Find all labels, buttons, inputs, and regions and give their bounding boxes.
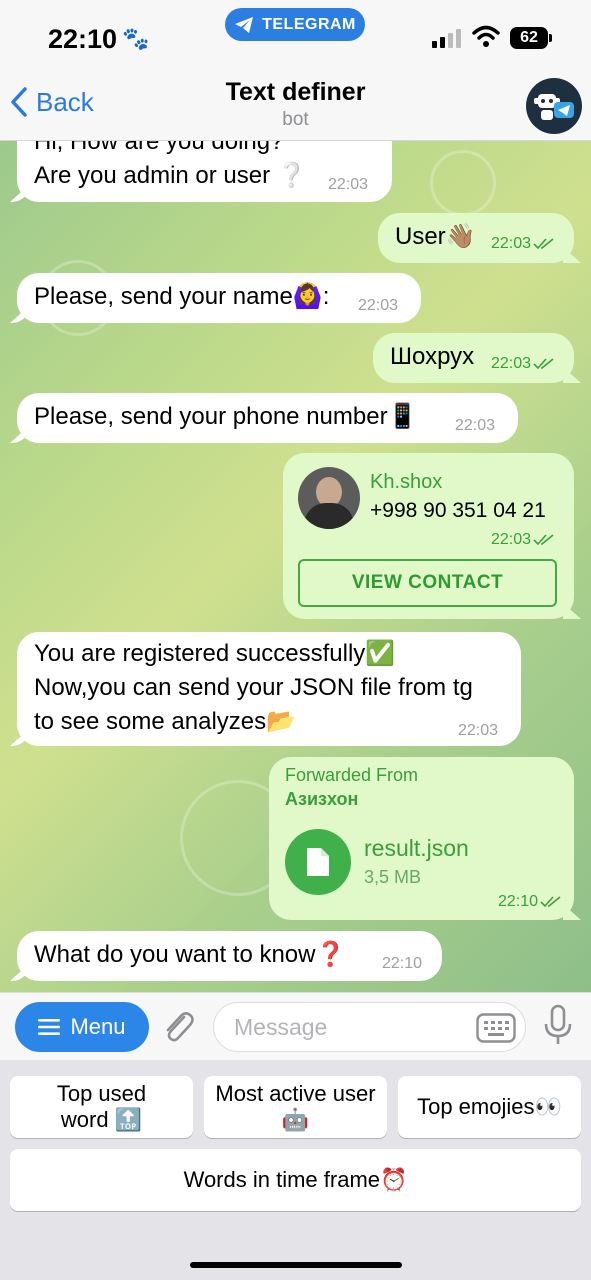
chat-title: Text definer (225, 78, 366, 106)
message-bubble-incoming[interactable]: You are registered successfully✅ Now,you… (17, 632, 521, 746)
contact-card[interactable]: Kh.shox +998 90 351 04 21 22:03 VIEW CON… (283, 453, 574, 619)
home-indicator (190, 1262, 402, 1268)
most-active-user-button[interactable]: Most active user 🤖 (204, 1076, 387, 1138)
double-check-icon (533, 358, 554, 369)
message-time: 22:03 (455, 417, 496, 434)
message-input-bar: Menu (0, 992, 591, 1061)
document-icon (307, 848, 329, 876)
double-check-icon (540, 896, 561, 907)
message-time: 22:10 (498, 893, 539, 910)
contact-phone: +998 90 351 04 21 (370, 499, 546, 522)
message-bubble-incoming[interactable]: Hi, How are you doing? Are you admin or … (17, 140, 392, 202)
reply-keyboard: Top used word 🔝 Most active user 🤖 Top e… (0, 1060, 591, 1280)
words-in-time-frame-button[interactable]: Words in time frame⏰ (10, 1149, 581, 1211)
chat-area[interactable]: Hi, How are you doing? Are you admin or … (0, 140, 591, 992)
button-label: Top emojies👀 (417, 1093, 562, 1119)
message-text: You are registered successfully✅ (34, 640, 396, 667)
file-size: 3,5 MB (364, 867, 422, 887)
message-bubble-outgoing[interactable]: User👋🏽 22:03 (378, 213, 574, 263)
message-bubble-incoming[interactable]: What do you want to know❓ 22:10 (17, 931, 442, 981)
view-contact-button[interactable]: VIEW CONTACT (298, 559, 557, 607)
battery-icon: 62 (510, 27, 552, 49)
button-label: Top used (56, 1080, 147, 1106)
message-text: Please, send your phone number📱 (34, 403, 418, 430)
telegram-pill[interactable]: TELEGRAM (225, 8, 365, 41)
message-text: Hi, How are you doing? (34, 140, 284, 155)
wifi-icon (472, 25, 500, 47)
attach-icon[interactable] (160, 1007, 196, 1047)
file-icon[interactable] (285, 829, 351, 895)
chat-subtitle: bot (282, 109, 309, 130)
message-text: to see some analyzes📂 (34, 708, 297, 735)
menu-label: Menu (70, 1014, 126, 1039)
message-input[interactable] (232, 1013, 476, 1042)
microphone-icon[interactable] (542, 1004, 574, 1046)
background-doodle (430, 150, 496, 216)
message-time: 22:03 (491, 235, 532, 252)
double-check-icon (533, 534, 554, 545)
message-field[interactable] (213, 1002, 526, 1052)
message-text: Please, send your name🙆‍♀️: (34, 283, 330, 310)
message-text: What do you want to know❓ (34, 941, 346, 968)
top-bar: 22:10 🐾 TELEGRAM 62 Back Text definer bo… (0, 0, 591, 141)
message-time: 22:03 (491, 531, 532, 548)
menu-button[interactable]: Menu (15, 1002, 149, 1052)
button-label: 🤖 (281, 1107, 310, 1132)
top-emojies-button[interactable]: Top emojies👀 (398, 1076, 581, 1138)
message-time: 22:03 (491, 355, 532, 372)
message-text: Are you admin or user ❔ (34, 162, 307, 189)
message-text: Шохрух (390, 343, 475, 370)
message-bubble-incoming[interactable]: Please, send your phone number📱 22:03 (17, 393, 518, 443)
bot-avatar[interactable] (526, 78, 582, 134)
status-time: 22:10 (48, 24, 118, 54)
button-label: Words in time frame⏰ (183, 1166, 408, 1192)
message-bubble-outgoing[interactable]: Шохрух 22:03 (373, 333, 574, 383)
forwarded-file-message[interactable]: Forwarded From Азизхон result.json 3,5 M… (269, 757, 574, 920)
message-time: 22:10 (382, 955, 423, 972)
forwarded-label: Forwarded From (285, 765, 419, 785)
double-check-icon (533, 238, 554, 249)
hamburger-icon (38, 1019, 61, 1035)
message-bubble-incoming[interactable]: Please, send your name🙆‍♀️: 22:03 (17, 273, 421, 323)
message-time: 22:03 (458, 722, 499, 739)
robot-telegram-icon (534, 94, 574, 120)
cellular-signal-icon (432, 28, 462, 48)
contact-avatar[interactable] (298, 467, 360, 529)
telegram-plane-icon (235, 16, 254, 33)
message-time: 22:03 (358, 297, 399, 314)
forwarded-from[interactable]: Азизхон (285, 787, 358, 811)
file-name[interactable]: result.json (364, 833, 469, 864)
telegram-pill-label: TELEGRAM (262, 15, 356, 33)
button-label: word 🔝 (60, 1107, 143, 1132)
message-time: 22:03 (328, 176, 369, 193)
top-used-word-button[interactable]: Top used word 🔝 (10, 1076, 193, 1138)
button-label: Most active user (215, 1080, 376, 1106)
message-text: User👋🏽 (395, 223, 476, 250)
contact-name: Kh.shox (370, 471, 443, 493)
message-text: Now,you can send your JSON file from tg (34, 674, 473, 701)
keyboard-icon[interactable] (476, 1013, 516, 1043)
paw-icon: 🐾 (122, 26, 150, 51)
